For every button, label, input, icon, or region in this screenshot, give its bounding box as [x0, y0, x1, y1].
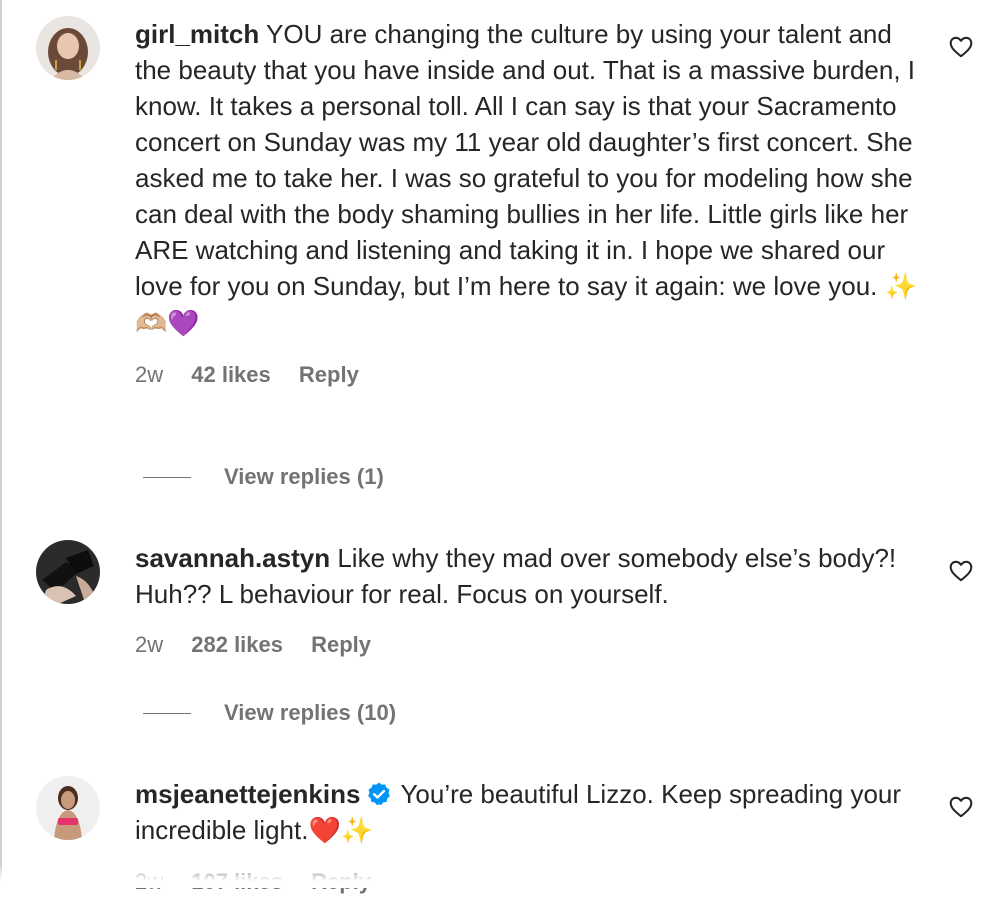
comment-text-block: girl_mitch YOU are changing the culture …: [135, 16, 925, 342]
username-link[interactable]: savannah.astyn: [135, 543, 330, 573]
avatar[interactable]: [36, 540, 100, 604]
comment-text-block: msjeanettejenkins You’re beautiful Lizzo.…: [135, 776, 925, 849]
heart-outline-icon[interactable]: [948, 794, 974, 820]
comment-emoji: ❤️✨: [308, 816, 374, 846]
avatar-image: [36, 540, 100, 604]
heart-outline-icon[interactable]: [948, 34, 974, 60]
username-link[interactable]: girl_mitch: [135, 19, 259, 49]
avatar[interactable]: [36, 776, 100, 840]
likes-count[interactable]: 42 likes: [191, 362, 271, 387]
comment-body: girl_mitch YOU are changing the culture …: [135, 16, 925, 390]
comment-text-block: savannah.astyn Like why they mad over so…: [135, 540, 925, 612]
likes-count[interactable]: 282 likes: [191, 632, 283, 657]
username-link[interactable]: msjeanettejenkins: [135, 779, 360, 809]
avatar[interactable]: [36, 16, 100, 80]
reply-button[interactable]: Reply: [299, 362, 359, 387]
left-divider: [0, 0, 2, 888]
view-replies-label: View replies (10): [224, 700, 397, 725]
comment-text: YOU are changing the culture by using yo…: [135, 19, 916, 301]
scroll-fade-overlay: [0, 866, 998, 888]
comment-time: 2w: [135, 362, 164, 387]
reply-button[interactable]: Reply: [311, 632, 371, 657]
avatar-image: [36, 776, 100, 840]
view-replies-label: View replies (1): [224, 464, 384, 489]
replies-divider-line: [143, 713, 191, 714]
view-replies-button[interactable]: View replies (10): [143, 698, 397, 728]
comment-meta: 2w 42 likes Reply: [135, 360, 925, 390]
comment-time: 2w: [135, 632, 164, 657]
comment-body: savannah.astyn Like why they mad over so…: [135, 540, 925, 660]
verified-badge-icon: [368, 782, 391, 806]
heart-outline-icon[interactable]: [948, 558, 974, 584]
avatar-image: [36, 16, 100, 80]
view-replies-button[interactable]: View replies (1): [143, 462, 384, 492]
comment-meta: 2w 282 likes Reply: [135, 630, 925, 660]
replies-divider-line: [143, 477, 191, 478]
